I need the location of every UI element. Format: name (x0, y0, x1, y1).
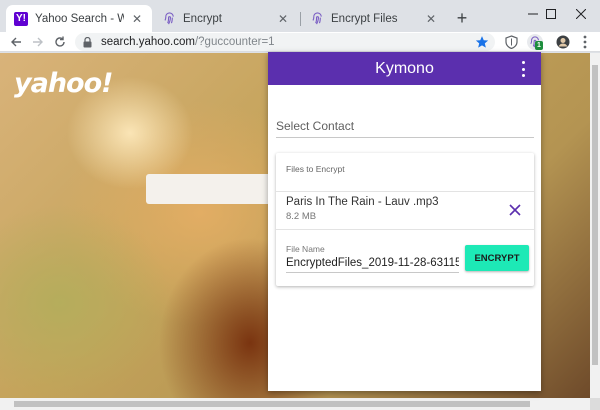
divider (276, 191, 534, 192)
close-tab-icon[interactable]: ✕ (424, 12, 438, 26)
arrow-right-icon (33, 37, 43, 47)
lock-icon (83, 36, 95, 48)
remove-file-icon[interactable] (508, 203, 522, 217)
kymono-extension-popup: Kymono Select Contact Files to Encrypt P… (268, 52, 541, 391)
maximize-icon (545, 9, 556, 19)
address-bar[interactable]: search.yahoo.com/?guccounter=1 (75, 33, 495, 51)
kymono-extension-button[interactable]: 1 (527, 34, 543, 50)
file-name-input[interactable] (286, 257, 459, 273)
shield-extension-icon[interactable] (503, 34, 519, 50)
tab-encrypt-files[interactable]: Encrypt Files ✕ (302, 5, 446, 32)
arrow-left-icon (11, 37, 21, 47)
fingerprint-icon (310, 12, 324, 26)
new-tab-button[interactable]: + (452, 8, 472, 28)
scrollbar-thumb[interactable] (592, 65, 598, 365)
scrollbar-corner (590, 398, 600, 410)
popup-menu-icon[interactable] (519, 61, 527, 77)
file-name: Paris In The Rain - Lauv .mp3 (286, 196, 439, 208)
horizontal-scrollbar[interactable] (0, 398, 590, 410)
yahoo-search-input[interactable] (146, 174, 276, 204)
files-to-encrypt-card: Files to Encrypt Paris In The Rain - Lau… (276, 153, 534, 286)
profile-avatar[interactable] (555, 34, 571, 50)
tab-title: Encrypt (183, 12, 222, 25)
close-icon (575, 9, 586, 19)
forward-button[interactable] (28, 32, 48, 52)
popup-title: Kymono (375, 60, 434, 77)
files-header: Files to Encrypt (286, 164, 345, 174)
tab-title: Yahoo Search - Web Search (35, 12, 124, 25)
reload-icon (55, 36, 65, 47)
tab-strip: Y! Yahoo Search - Web Search ✕ Encrypt ✕… (0, 0, 600, 32)
vertical-scrollbar[interactable] (590, 53, 600, 398)
file-size: 8.2 MB (286, 211, 317, 222)
tab-title: Encrypt Files (331, 12, 398, 25)
back-button[interactable] (6, 32, 26, 52)
yahoo-logo[interactable]: yahoo! (14, 68, 113, 99)
scrollbar-thumb[interactable] (14, 401, 530, 407)
extension-badge: 1 (535, 41, 543, 50)
encrypt-button[interactable]: ENCRYPT (465, 245, 529, 271)
tab-yahoo-search[interactable]: Y! Yahoo Search - Web Search ✕ (6, 5, 152, 32)
divider (276, 229, 534, 230)
file-name-label: File Name (286, 244, 325, 254)
yahoo-favicon: Y! (14, 11, 28, 26)
fingerprint-icon (162, 12, 176, 26)
select-contact-dropdown[interactable]: Select Contact (276, 119, 534, 138)
url-path: /?guccounter=1 (194, 36, 275, 48)
close-tab-icon[interactable]: ✕ (130, 12, 144, 26)
popup-header: Kymono (268, 52, 541, 85)
reload-button[interactable] (50, 32, 70, 52)
bookmark-star-icon[interactable] (475, 35, 489, 49)
kebab-menu-icon (583, 35, 587, 49)
tab-encrypt[interactable]: Encrypt ✕ (154, 5, 298, 32)
url-host: search.yahoo.com (101, 36, 195, 48)
close-tab-icon[interactable]: ✕ (276, 12, 290, 26)
tab-divider (300, 12, 301, 26)
browser-toolbar: search.yahoo.com/?guccounter=1 1 (0, 32, 600, 52)
close-window-button[interactable] (558, 0, 600, 28)
browser-menu-button[interactable] (577, 34, 593, 50)
